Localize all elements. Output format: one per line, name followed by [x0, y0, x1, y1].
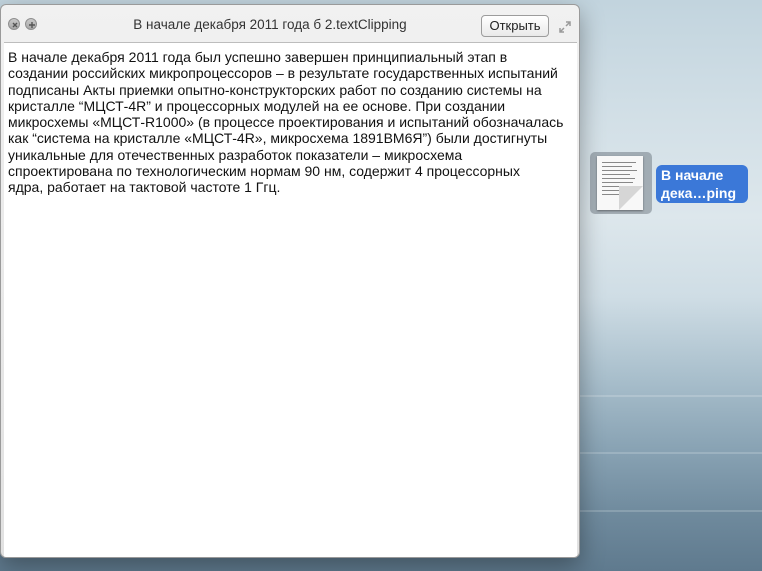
add-icon[interactable]: [25, 18, 37, 30]
title-bar[interactable]: В начале декабря 2011 года б 2.textClipp…: [1, 5, 579, 43]
document-icon: [597, 156, 643, 210]
quicklook-window: В начале декабря 2011 года б 2.textClipp…: [0, 4, 580, 558]
text-clipping-file-icon[interactable]: [590, 152, 652, 214]
file-name-line: дека…ping: [661, 185, 737, 201]
text-line: как “система на кристалле «МЦСТ-4R», мик…: [8, 130, 548, 147]
clipping-text: В начале декабря 2011 года был успешно з…: [4, 43, 578, 196]
text-line: уникальные для отечественных разработок …: [8, 146, 463, 163]
clipping-content: В начале декабря 2011 года был успешно з…: [4, 42, 577, 557]
fullscreen-icon[interactable]: [558, 20, 572, 34]
file-name-label[interactable]: В начале дека…ping: [656, 165, 748, 203]
window-title: В начале декабря 2011 года б 2.textClipp…: [133, 17, 407, 32]
text-line: микросхемы «МЦСТ-R1000» (в процессе прое…: [8, 114, 564, 131]
text-line: подписаны Акты приемки опытно-конструкто…: [8, 81, 542, 98]
text-line: создании российских микропроцессоров – в…: [8, 65, 558, 82]
text-line: В начале декабря 2011 года был успешно з…: [8, 49, 508, 65]
file-name-line: В начале: [661, 167, 724, 183]
text-line: ядра, работает на тактовой частоте 1 Ггц…: [8, 179, 281, 196]
open-button[interactable]: Открыть: [481, 15, 549, 37]
text-line: спроектирована по технологическим нормам…: [8, 163, 520, 180]
text-line: кристалле “МЦСТ-4R” и процессорных модул…: [8, 97, 506, 114]
close-icon[interactable]: [8, 18, 20, 30]
